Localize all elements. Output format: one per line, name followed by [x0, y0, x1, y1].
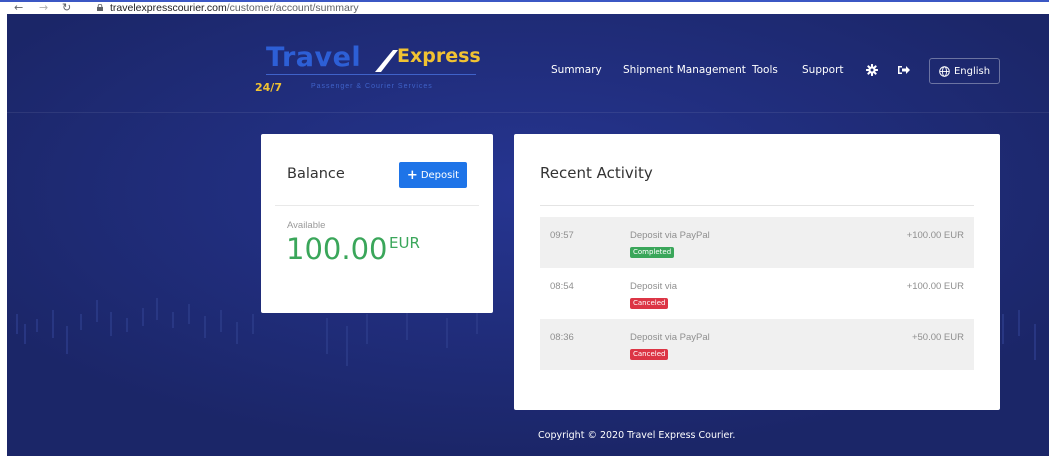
logo-divider: [266, 74, 476, 75]
activity-time: 09:57: [550, 230, 574, 241]
activity-time: 08:36: [550, 332, 574, 343]
activity-description: Deposit via: [630, 281, 677, 292]
activity-row[interactable]: 08:36 Deposit via PayPal Canceled +50.00…: [540, 319, 974, 370]
arrow-right-icon[interactable]: →: [39, 1, 48, 14]
site-header: Travel Express 24/7 Passenger & Courier …: [7, 14, 1049, 112]
status-badge: Completed: [630, 247, 675, 258]
balance-title: Balance: [287, 166, 345, 182]
language-button[interactable]: English: [929, 58, 1000, 84]
sign-out-icon[interactable]: [897, 63, 911, 77]
globe-icon: [939, 65, 950, 77]
brand-tagline: Passenger & Courier Services: [311, 83, 433, 90]
nav-summary[interactable]: Summary: [551, 64, 602, 76]
brand-name-express: Express: [397, 45, 481, 67]
balance-currency: EUR: [389, 234, 420, 252]
nav-shipment-management[interactable]: Shipment Management: [623, 64, 746, 76]
activity-amount: +50.00 EUR: [911, 332, 964, 343]
activity-time: 08:54: [550, 281, 574, 292]
brand-name-travel: Travel: [266, 42, 362, 73]
brand-slash-icon: [375, 50, 398, 72]
status-badge: Canceled: [630, 349, 669, 360]
nav-tools[interactable]: Tools: [752, 64, 778, 76]
browser-address-bar: ← → ↻ travelexpresscourier.com/customer/…: [0, 0, 1049, 14]
activity-amount: +100.00 EUR: [906, 230, 964, 241]
plus-icon: +: [406, 167, 418, 183]
page: Travel Express 24/7 Passenger & Courier …: [7, 14, 1049, 456]
brand-hours: 24/7: [255, 81, 282, 94]
url-host: travelexpresscourier.com: [110, 2, 227, 14]
available-label: Available: [287, 220, 326, 231]
balance-amount: 100.00: [286, 232, 388, 266]
brand-logo[interactable]: Travel Express 24/7 Passenger & Courier …: [255, 42, 495, 98]
activity-description: Deposit via PayPal: [630, 332, 710, 343]
activity-description: Deposit via PayPal: [630, 230, 710, 241]
deposit-label: Deposit: [420, 169, 460, 181]
lock-icon: [97, 4, 103, 11]
deposit-button[interactable]: + Deposit: [399, 162, 467, 188]
balance-card: Balance + Deposit Available 100.00 EUR: [261, 134, 493, 313]
language-label: English: [953, 65, 991, 77]
activity-row[interactable]: 08:54 Deposit via Canceled +100.00 EUR: [540, 268, 974, 319]
url-bar[interactable]: travelexpresscourier.com/customer/accoun…: [110, 2, 359, 14]
activity-row[interactable]: 09:57 Deposit via PayPal Completed +100.…: [540, 217, 974, 268]
footer-copyright: Copyright © 2020 Travel Express Courier.: [538, 430, 736, 441]
activity-title: Recent Activity: [540, 164, 653, 182]
balance-divider: [275, 205, 479, 206]
url-path: /customer/account/summary: [226, 2, 359, 14]
nav-support[interactable]: Support: [802, 64, 844, 76]
reload-icon[interactable]: ↻: [62, 1, 71, 14]
activity-divider: [540, 205, 974, 206]
recent-activity-card: Recent Activity 09:57 Deposit via PayPal…: [514, 134, 1000, 410]
gear-icon[interactable]: [865, 63, 879, 77]
activity-amount: +100.00 EUR: [906, 281, 964, 292]
header-divider: [7, 112, 1049, 113]
arrow-left-icon[interactable]: ←: [14, 1, 23, 14]
status-badge: Canceled: [630, 298, 669, 309]
